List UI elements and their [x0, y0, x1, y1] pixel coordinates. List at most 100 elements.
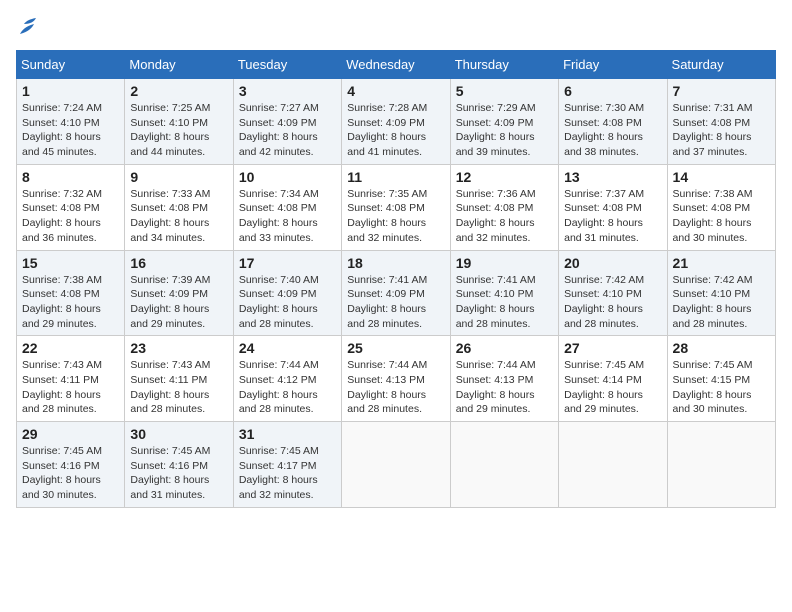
- day-info: Sunrise: 7:44 AMSunset: 4:12 PMDaylight:…: [239, 358, 336, 417]
- day-number: 7: [673, 83, 770, 99]
- calendar-cell: 29 Sunrise: 7:45 AMSunset: 4:16 PMDayligh…: [17, 422, 125, 508]
- calendar-cell: 17 Sunrise: 7:40 AMSunset: 4:09 PMDayligh…: [233, 250, 341, 336]
- day-info: Sunrise: 7:45 AMSunset: 4:16 PMDaylight:…: [130, 444, 227, 503]
- calendar-header-monday: Monday: [125, 51, 233, 79]
- calendar-cell: 28 Sunrise: 7:45 AMSunset: 4:15 PMDayligh…: [667, 336, 775, 422]
- calendar-cell: 16 Sunrise: 7:39 AMSunset: 4:09 PMDayligh…: [125, 250, 233, 336]
- calendar-cell: 25 Sunrise: 7:44 AMSunset: 4:13 PMDayligh…: [342, 336, 450, 422]
- day-info: Sunrise: 7:40 AMSunset: 4:09 PMDaylight:…: [239, 273, 336, 332]
- calendar-header-saturday: Saturday: [667, 51, 775, 79]
- calendar-cell: 9Sunrise: 7:33 AMSunset: 4:08 PMDaylight…: [125, 164, 233, 250]
- page-header: [16, 16, 776, 38]
- day-info: Sunrise: 7:25 AMSunset: 4:10 PMDaylight:…: [130, 101, 227, 160]
- day-info: Sunrise: 7:36 AMSunset: 4:08 PMDaylight:…: [456, 187, 553, 246]
- calendar-cell: 10 Sunrise: 7:34 AMSunset: 4:08 PMDayligh…: [233, 164, 341, 250]
- day-info: Sunrise: 7:31 AMSunset: 4:08 PMDaylight:…: [673, 101, 770, 160]
- day-info: Sunrise: 7:32 AMSunset: 4:08 PMDaylight:…: [22, 187, 119, 246]
- calendar-cell: 12 Sunrise: 7:36 AMSunset: 4:08 PMDayligh…: [450, 164, 558, 250]
- day-number: 13: [564, 169, 661, 185]
- day-info: Sunrise: 7:41 AMSunset: 4:10 PMDaylight:…: [456, 273, 553, 332]
- calendar-cell: 20Sunrise: 7:42 AMSunset: 4:10 PMDayligh…: [559, 250, 667, 336]
- day-number: 28: [673, 340, 770, 356]
- day-number: 22: [22, 340, 119, 356]
- day-number: 15: [22, 255, 119, 271]
- calendar-cell: 26 Sunrise: 7:44 AMSunset: 4:13 PMDayligh…: [450, 336, 558, 422]
- calendar-cell: 5Sunrise: 7:29 AMSunset: 4:09 PMDaylight…: [450, 79, 558, 165]
- day-number: 27: [564, 340, 661, 356]
- day-info: Sunrise: 7:43 AMSunset: 4:11 PMDaylight:…: [22, 358, 119, 417]
- day-number: 24: [239, 340, 336, 356]
- calendar-cell: 30 Sunrise: 7:45 AMSunset: 4:16 PMDayligh…: [125, 422, 233, 508]
- day-number: 18: [347, 255, 444, 271]
- day-number: 20: [564, 255, 661, 271]
- day-info: Sunrise: 7:43 AMSunset: 4:11 PMDaylight:…: [130, 358, 227, 417]
- calendar-cell: [342, 422, 450, 508]
- calendar-header-row: SundayMondayTuesdayWednesdayThursdayFrid…: [17, 51, 776, 79]
- calendar-header-thursday: Thursday: [450, 51, 558, 79]
- day-info: Sunrise: 7:39 AMSunset: 4:09 PMDaylight:…: [130, 273, 227, 332]
- calendar-table: SundayMondayTuesdayWednesdayThursdayFrid…: [16, 50, 776, 508]
- calendar-cell: 3 Sunrise: 7:27 AMSunset: 4:09 PMDaylight…: [233, 79, 341, 165]
- calendar-cell: 22 Sunrise: 7:43 AMSunset: 4:11 PMDayligh…: [17, 336, 125, 422]
- day-info: Sunrise: 7:44 AMSunset: 4:13 PMDaylight:…: [456, 358, 553, 417]
- logo: [16, 16, 36, 38]
- day-info: Sunrise: 7:28 AMSunset: 4:09 PMDaylight:…: [347, 101, 444, 160]
- logo-bird-icon: [18, 16, 36, 38]
- day-number: 16: [130, 255, 227, 271]
- day-info: Sunrise: 7:42 AMSunset: 4:10 PMDaylight:…: [673, 273, 770, 332]
- day-number: 21: [673, 255, 770, 271]
- day-number: 2: [130, 83, 227, 99]
- day-number: 12: [456, 169, 553, 185]
- day-number: 11: [347, 169, 444, 185]
- calendar-cell: [450, 422, 558, 508]
- day-info: Sunrise: 7:45 AMSunset: 4:15 PMDaylight:…: [673, 358, 770, 417]
- day-number: 4: [347, 83, 444, 99]
- day-info: Sunrise: 7:24 AMSunset: 4:10 PMDaylight:…: [22, 101, 119, 160]
- calendar-week-row: 1Sunrise: 7:24 AMSunset: 4:10 PMDaylight…: [17, 79, 776, 165]
- calendar-cell: 27 Sunrise: 7:45 AMSunset: 4:14 PMDayligh…: [559, 336, 667, 422]
- calendar-week-row: 15 Sunrise: 7:38 AMSunset: 4:08 PMDayligh…: [17, 250, 776, 336]
- calendar-cell: 19 Sunrise: 7:41 AMSunset: 4:10 PMDayligh…: [450, 250, 558, 336]
- day-info: Sunrise: 7:30 AMSunset: 4:08 PMDaylight:…: [564, 101, 661, 160]
- day-info: Sunrise: 7:41 AMSunset: 4:09 PMDaylight:…: [347, 273, 444, 332]
- day-number: 9: [130, 169, 227, 185]
- day-number: 26: [456, 340, 553, 356]
- calendar-cell: 7 Sunrise: 7:31 AMSunset: 4:08 PMDaylight…: [667, 79, 775, 165]
- day-number: 3: [239, 83, 336, 99]
- day-info: Sunrise: 7:44 AMSunset: 4:13 PMDaylight:…: [347, 358, 444, 417]
- day-number: 25: [347, 340, 444, 356]
- calendar-cell: 24 Sunrise: 7:44 AMSunset: 4:12 PMDayligh…: [233, 336, 341, 422]
- day-info: Sunrise: 7:45 AMSunset: 4:14 PMDaylight:…: [564, 358, 661, 417]
- calendar-week-row: 29 Sunrise: 7:45 AMSunset: 4:16 PMDayligh…: [17, 422, 776, 508]
- day-number: 17: [239, 255, 336, 271]
- day-info: Sunrise: 7:45 AMSunset: 4:16 PMDaylight:…: [22, 444, 119, 503]
- calendar-cell: 4 Sunrise: 7:28 AMSunset: 4:09 PMDaylight…: [342, 79, 450, 165]
- calendar-cell: 18 Sunrise: 7:41 AMSunset: 4:09 PMDayligh…: [342, 250, 450, 336]
- day-number: 10: [239, 169, 336, 185]
- day-info: Sunrise: 7:27 AMSunset: 4:09 PMDaylight:…: [239, 101, 336, 160]
- calendar-cell: 6 Sunrise: 7:30 AMSunset: 4:08 PMDaylight…: [559, 79, 667, 165]
- calendar-week-row: 8 Sunrise: 7:32 AMSunset: 4:08 PMDaylight…: [17, 164, 776, 250]
- calendar-cell: 21 Sunrise: 7:42 AMSunset: 4:10 PMDayligh…: [667, 250, 775, 336]
- calendar-cell: 11Sunrise: 7:35 AMSunset: 4:08 PMDayligh…: [342, 164, 450, 250]
- day-number: 31: [239, 426, 336, 442]
- day-number: 6: [564, 83, 661, 99]
- calendar-header-wednesday: Wednesday: [342, 51, 450, 79]
- calendar-header-sunday: Sunday: [17, 51, 125, 79]
- calendar-week-row: 22 Sunrise: 7:43 AMSunset: 4:11 PMDayligh…: [17, 336, 776, 422]
- calendar-cell: 15 Sunrise: 7:38 AMSunset: 4:08 PMDayligh…: [17, 250, 125, 336]
- day-number: 19: [456, 255, 553, 271]
- calendar-cell: 23Sunrise: 7:43 AMSunset: 4:11 PMDayligh…: [125, 336, 233, 422]
- calendar-cell: 1Sunrise: 7:24 AMSunset: 4:10 PMDaylight…: [17, 79, 125, 165]
- calendar-header-friday: Friday: [559, 51, 667, 79]
- day-number: 5: [456, 83, 553, 99]
- day-number: 29: [22, 426, 119, 442]
- day-info: Sunrise: 7:38 AMSunset: 4:08 PMDaylight:…: [22, 273, 119, 332]
- calendar-header-tuesday: Tuesday: [233, 51, 341, 79]
- day-info: Sunrise: 7:45 AMSunset: 4:17 PMDaylight:…: [239, 444, 336, 503]
- calendar-cell: [667, 422, 775, 508]
- day-number: 8: [22, 169, 119, 185]
- day-info: Sunrise: 7:38 AMSunset: 4:08 PMDaylight:…: [673, 187, 770, 246]
- day-info: Sunrise: 7:34 AMSunset: 4:08 PMDaylight:…: [239, 187, 336, 246]
- day-number: 30: [130, 426, 227, 442]
